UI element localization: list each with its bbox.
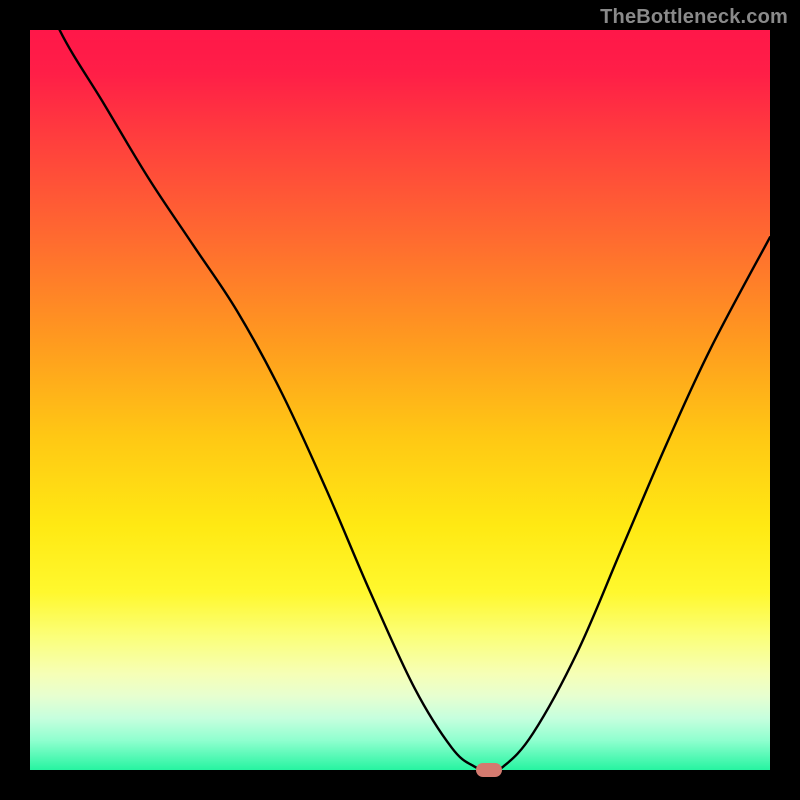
chart-frame: TheBottleneck.com	[0, 0, 800, 800]
optimal-point-marker	[476, 763, 502, 778]
chart-plot-area	[30, 30, 770, 770]
watermark-text: TheBottleneck.com	[600, 6, 788, 29]
bottleneck-curve	[30, 30, 770, 770]
